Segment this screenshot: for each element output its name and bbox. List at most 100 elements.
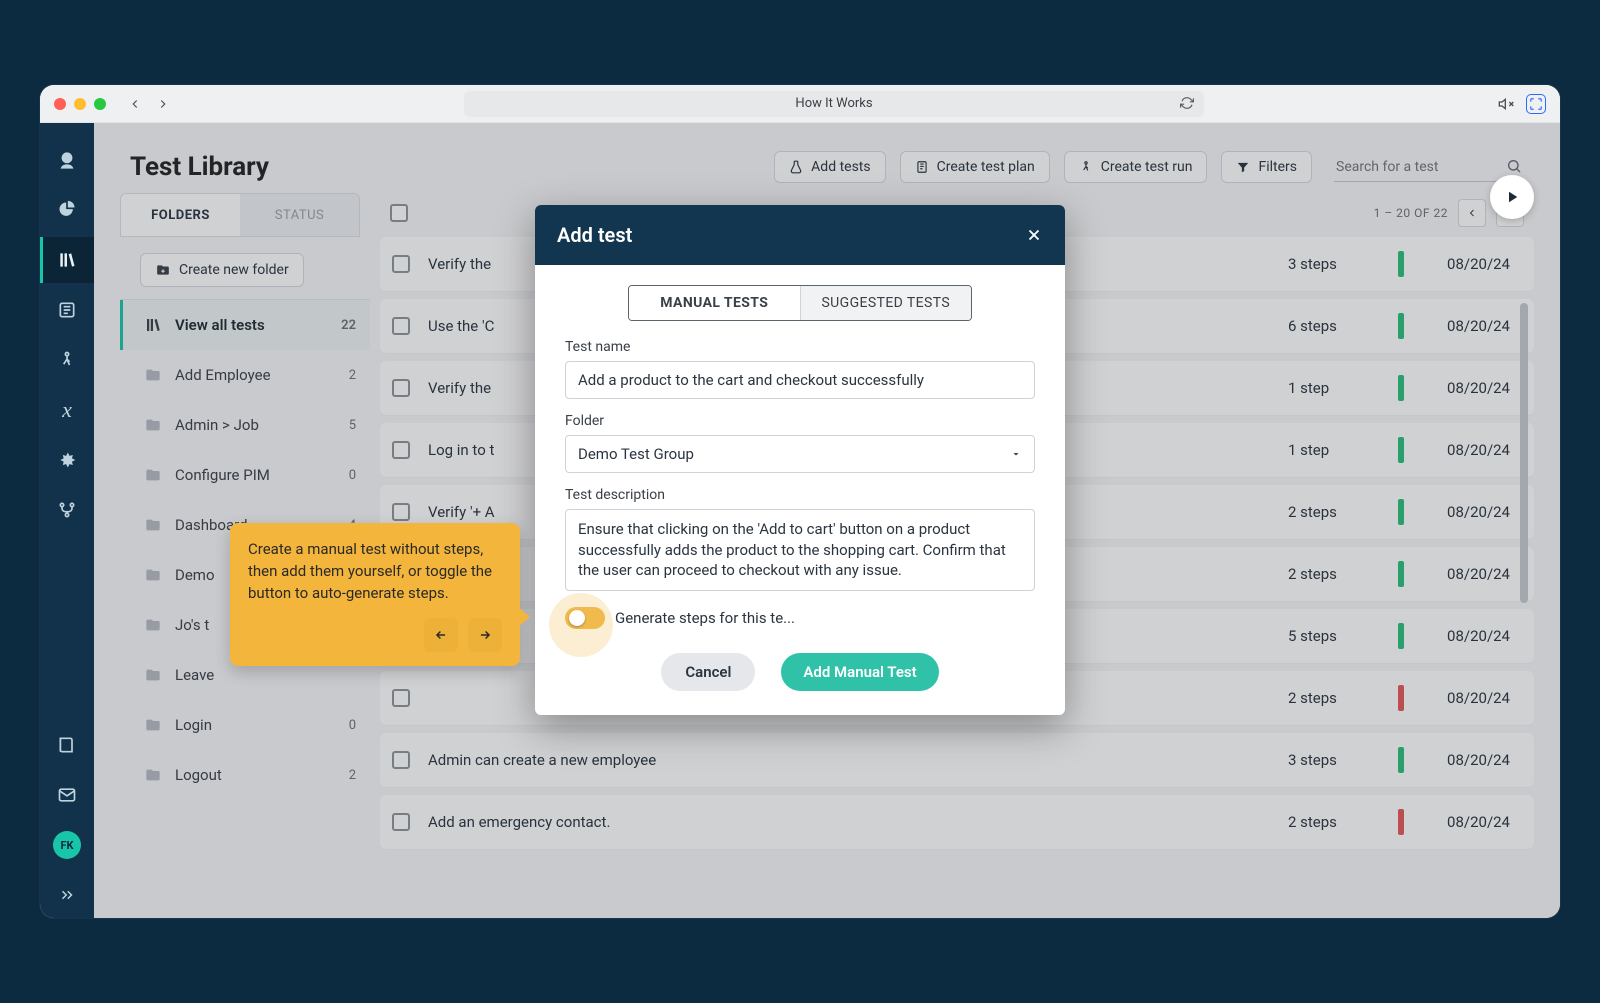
- status-indicator: [1398, 437, 1404, 463]
- folder-item[interactable]: Login 0: [120, 700, 370, 750]
- address-bar[interactable]: How It Works: [464, 91, 1204, 117]
- steps-count: 1 step: [1288, 379, 1380, 397]
- folder-item[interactable]: Logout 2: [120, 750, 370, 800]
- folder-count: 2: [349, 768, 356, 783]
- create-folder-button[interactable]: Create new folder: [140, 253, 304, 287]
- row-checkbox[interactable]: [392, 751, 410, 769]
- reload-icon[interactable]: [1180, 96, 1194, 110]
- folder-label: Jo's t: [175, 616, 209, 634]
- filters-button[interactable]: Filters: [1221, 151, 1312, 183]
- folder-label: Configure PIM: [175, 466, 270, 484]
- status-tab[interactable]: STATUS: [240, 194, 359, 236]
- test-date: 08/20/24: [1422, 255, 1510, 273]
- rail-expand[interactable]: [40, 872, 94, 918]
- row-checkbox[interactable]: [392, 503, 410, 521]
- folder-label: Add Employee: [175, 366, 271, 384]
- rail-avatar[interactable]: FK: [40, 822, 94, 868]
- scroll-thumb[interactable]: [1520, 303, 1528, 603]
- rail-item-messages[interactable]: [40, 772, 94, 818]
- folders-tab[interactable]: FOLDERS: [121, 194, 240, 236]
- status-indicator: [1398, 685, 1404, 711]
- rail-item-docs[interactable]: [40, 722, 94, 768]
- steps-count: 2 steps: [1288, 689, 1380, 707]
- create-test-plan-button[interactable]: Create test plan: [900, 151, 1050, 183]
- coach-prev-button[interactable]: [424, 618, 458, 652]
- steps-count: 3 steps: [1288, 255, 1380, 273]
- folder-select[interactable]: Demo Test Group: [565, 435, 1035, 473]
- modal-tabs: MANUAL TESTS SUGGESTED TESTS: [628, 285, 972, 321]
- modal-close-button[interactable]: [1025, 226, 1043, 244]
- rail-item-runs[interactable]: [40, 337, 94, 383]
- mute-icon[interactable]: [1498, 96, 1514, 112]
- test-date: 08/20/24: [1422, 503, 1510, 521]
- folder-item[interactable]: View all tests22: [120, 300, 370, 350]
- rail-item-variables[interactable]: x: [40, 387, 94, 433]
- add-tests-button[interactable]: Add tests: [774, 151, 885, 183]
- status-indicator: [1398, 499, 1404, 525]
- folder-sidebar: FOLDERS STATUS Create new folder View al…: [120, 193, 370, 849]
- tab-suggested-tests[interactable]: SUGGESTED TESTS: [800, 286, 972, 320]
- folder-icon: [143, 316, 163, 334]
- rail-item-settings[interactable]: [40, 437, 94, 483]
- back-button[interactable]: [128, 97, 142, 111]
- row-checkbox[interactable]: [392, 813, 410, 831]
- row-checkbox[interactable]: [392, 317, 410, 335]
- test-date: 08/20/24: [1422, 627, 1510, 645]
- search-input[interactable]: [1334, 153, 1524, 182]
- folder-label: Login: [175, 716, 212, 734]
- row-checkbox[interactable]: [392, 689, 410, 707]
- tab-manual-tests[interactable]: MANUAL TESTS: [629, 286, 800, 320]
- description-label: Test description: [565, 487, 1035, 503]
- folder-count: 0: [349, 718, 356, 733]
- coach-next-button[interactable]: [468, 618, 502, 652]
- row-checkbox[interactable]: [392, 379, 410, 397]
- close-window-icon[interactable]: [54, 98, 66, 110]
- generate-steps-label: Generate steps for this te...: [615, 609, 795, 627]
- rail-item-branches[interactable]: [40, 487, 94, 533]
- test-name: Add an emergency contact.: [428, 813, 1270, 831]
- table-row[interactable]: Add an emergency contact.2 steps08/20/24: [380, 795, 1534, 849]
- chevron-down-icon: [1010, 448, 1022, 460]
- cancel-button[interactable]: Cancel: [661, 653, 755, 691]
- folder-icon: [143, 617, 163, 633]
- play-button[interactable]: [1490, 175, 1534, 219]
- folder-label: Logout: [175, 766, 222, 784]
- folder-label: Folder: [565, 413, 1035, 429]
- test-name-input[interactable]: [565, 361, 1035, 399]
- row-checkbox[interactable]: [392, 441, 410, 459]
- test-date: 08/20/24: [1422, 813, 1510, 831]
- test-date: 08/20/24: [1422, 689, 1510, 707]
- minimize-window-icon[interactable]: [74, 98, 86, 110]
- folder-count: 5: [349, 418, 356, 433]
- rail-item-dashboard[interactable]: [40, 187, 94, 233]
- test-name-label: Test name: [565, 339, 1035, 355]
- create-test-run-button[interactable]: Create test run: [1064, 151, 1208, 183]
- folder-icon: [143, 667, 163, 683]
- folder-item[interactable]: Admin > Job5: [120, 400, 370, 450]
- rail-item-plans[interactable]: [40, 287, 94, 333]
- fullscreen-icon[interactable]: [1526, 94, 1546, 114]
- add-manual-test-button[interactable]: Add Manual Test: [781, 653, 938, 691]
- folder-label: Leave: [175, 666, 214, 684]
- select-all-checkbox[interactable]: [390, 204, 408, 222]
- page-prev-button[interactable]: [1458, 199, 1486, 227]
- page-title: Test Library: [130, 152, 760, 182]
- status-indicator: [1398, 375, 1404, 401]
- maximize-window-icon[interactable]: [94, 98, 106, 110]
- rail-logo[interactable]: [40, 137, 94, 183]
- folder-icon: [143, 767, 163, 783]
- rail-item-library[interactable]: [40, 237, 94, 283]
- table-row[interactable]: Admin can create a new employee3 steps08…: [380, 733, 1534, 787]
- status-indicator: [1398, 313, 1404, 339]
- scrollbar[interactable]: [1518, 303, 1530, 839]
- folder-icon: [143, 717, 163, 733]
- search-icon[interactable]: [1506, 158, 1522, 174]
- folder-item[interactable]: Configure PIM0: [120, 450, 370, 500]
- forward-button[interactable]: [156, 97, 170, 111]
- folder-item[interactable]: Add Employee2: [120, 350, 370, 400]
- generate-steps-toggle[interactable]: [565, 607, 605, 629]
- steps-count: 6 steps: [1288, 317, 1380, 335]
- description-input[interactable]: [565, 509, 1035, 591]
- window-controls[interactable]: [54, 98, 106, 110]
- row-checkbox[interactable]: [392, 255, 410, 273]
